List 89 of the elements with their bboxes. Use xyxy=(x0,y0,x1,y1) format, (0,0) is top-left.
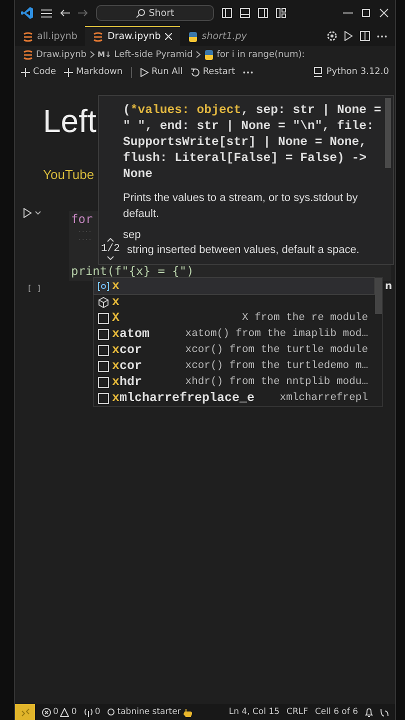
search-field[interactable]: Short xyxy=(96,5,214,21)
line-ending[interactable]: CRLF xyxy=(286,707,308,717)
editor-tab[interactable]: all.ipynb xyxy=(15,26,86,46)
play-icon[interactable] xyxy=(344,31,353,41)
variable-icon xyxy=(98,282,109,290)
suggestion-item[interactable]: xhdr xhdr() from the nntplib modu… xyxy=(94,374,374,390)
code-line: print(f"{x} = {") xyxy=(71,263,194,279)
suggestion-item[interactable]: xcor xcor() from the turtle module xyxy=(94,342,374,358)
kernel-picker[interactable]: Python 3.12.0 xyxy=(314,67,389,77)
cursor-position[interactable]: Ln 4, Col 15 xyxy=(228,707,280,717)
toolbar-button[interactable]: Run All xyxy=(140,67,183,77)
more-icon[interactable] xyxy=(243,70,254,74)
suggestion-item[interactable]: xcor xcor() from the turtledemo m… xyxy=(94,358,374,374)
server-icon xyxy=(314,67,322,77)
extension-status[interactable]: tabnine starter xyxy=(117,707,181,717)
markdown-heading: Left xyxy=(43,103,96,140)
run-cell-icon[interactable] xyxy=(23,208,32,218)
error-icon xyxy=(42,708,51,716)
chevron-down-icon[interactable] xyxy=(106,256,114,260)
bell-icon[interactable] xyxy=(365,708,373,716)
function-signature: (*values: object, sep: str | None = " ", end: str | None = "\n", file: SupportsWrite[str] | None = None, flush: Literal[False] = False) -> None xyxy=(123,102,382,182)
toolbar-button[interactable]: Markdown xyxy=(64,67,123,77)
python-icon xyxy=(204,50,214,60)
cell-indicator[interactable]: Cell 6 of 6 xyxy=(314,707,358,717)
suggestion-item[interactable]: xmlcharrefreplace_e xmlcharrefrepl xyxy=(94,390,374,406)
vscode-logo-icon xyxy=(21,7,33,19)
close-icon[interactable] xyxy=(379,8,389,18)
overload-counter: 1/2 xyxy=(101,243,120,255)
square-icon xyxy=(98,392,109,404)
scrollbar-thumb[interactable] xyxy=(375,278,382,314)
square-icon xyxy=(98,328,109,340)
restart-icon xyxy=(190,68,200,76)
chevron-right-icon xyxy=(90,51,94,58)
suggestion-item[interactable]: x xyxy=(94,294,374,310)
breadcrumb-item[interactable]: Left-side Pyramid xyxy=(114,50,193,60)
breadcrumb-item[interactable]: Draw.ipynb xyxy=(36,50,86,60)
feedback-icon[interactable] xyxy=(380,708,389,716)
parameter-name: sep xyxy=(123,228,142,243)
square-icon xyxy=(98,376,109,388)
settings-icon[interactable] xyxy=(327,31,337,41)
scrollbar-thumb[interactable] xyxy=(385,98,391,168)
ports-count[interactable]: 0 xyxy=(94,707,100,717)
forward-arrow-icon[interactable] xyxy=(78,9,88,17)
suggestion-item[interactable]: X X from the re module xyxy=(94,310,374,326)
antenna-icon xyxy=(84,708,93,716)
parameter-description: string inserted between values, default a space. xyxy=(127,243,360,258)
square-icon xyxy=(98,360,109,372)
layout-secondary-icon[interactable] xyxy=(258,8,268,18)
maximize-icon[interactable] xyxy=(361,8,371,18)
chevron-up-icon[interactable] xyxy=(106,238,114,242)
notebook-icon xyxy=(23,50,33,60)
suggestion-item[interactable]: x xyxy=(94,278,374,294)
hand-icon xyxy=(182,708,192,716)
split-editor-icon[interactable] xyxy=(360,31,370,41)
execution-count: [ ] xyxy=(27,284,42,293)
menu-icon[interactable] xyxy=(41,8,52,18)
close-icon[interactable] xyxy=(164,33,172,40)
layout-sidebar-icon[interactable] xyxy=(222,8,232,18)
remote-icon xyxy=(20,708,30,716)
toolbar-button[interactable]: Code xyxy=(21,67,56,77)
error-count[interactable]: 0 xyxy=(53,707,58,717)
breadcrumb-item[interactable]: for i in range(num): xyxy=(216,50,305,60)
notebook-icon xyxy=(93,32,104,42)
warning-icon xyxy=(60,708,70,716)
layout-panel-icon[interactable] xyxy=(240,8,250,18)
editor-tab[interactable]: short1.py xyxy=(180,26,255,46)
chevron-right-icon xyxy=(196,51,201,58)
square-icon xyxy=(98,312,109,324)
warning-count[interactable]: 0 xyxy=(71,707,77,717)
editor-tab[interactable]: Draw.ipynb xyxy=(85,26,180,46)
cube-icon xyxy=(98,296,109,308)
search-icon xyxy=(136,8,145,18)
python-icon xyxy=(188,32,198,42)
notebook-icon xyxy=(23,32,33,42)
play-icon xyxy=(140,68,149,76)
plus-icon xyxy=(64,68,74,76)
plus-icon xyxy=(21,68,30,76)
markdown-text: YouTube xyxy=(43,167,94,182)
back-arrow-icon[interactable] xyxy=(60,9,70,17)
layout-grid-icon[interactable] xyxy=(276,8,286,18)
toolbar-button[interactable]: Restart xyxy=(190,67,236,77)
circle-icon xyxy=(107,708,116,716)
function-description: Prints the values to a stream, or to sys.stdout by default. xyxy=(123,191,359,222)
square-icon xyxy=(98,344,109,356)
suggestion-item[interactable]: xatom xatom() from the imaplib mod… xyxy=(94,326,374,342)
chevron-down-icon[interactable] xyxy=(35,211,41,215)
code-keyword: for xyxy=(71,212,93,226)
more-icon[interactable] xyxy=(377,34,387,38)
code-text: n xyxy=(385,281,392,292)
